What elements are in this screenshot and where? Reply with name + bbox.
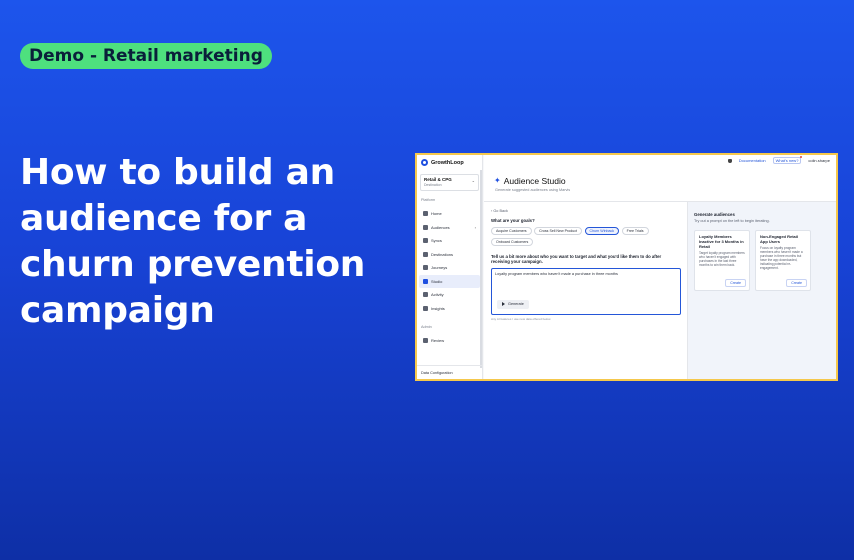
back-link-label: Go Back (493, 209, 508, 213)
goal-chips: Acquire Customers Cross Sell New Product… (491, 227, 676, 246)
insights-icon (423, 305, 428, 311)
activity-icon (423, 292, 428, 298)
play-icon (502, 302, 505, 306)
goal-chip[interactable]: Free Trials (621, 227, 649, 235)
audience-card-desc: Focus on loyalty program members who hav… (760, 246, 803, 270)
page-header: ✦ Audience Studio Generate suggested aud… (484, 166, 836, 202)
sidebar-item-insights[interactable]: Insights (419, 302, 480, 316)
sidebar-item-destinations[interactable]: Destinations (419, 248, 480, 262)
create-button[interactable]: Create (786, 279, 807, 287)
sidebar-item-label: Destinations (431, 251, 454, 257)
sidebar-item-label: Syncs (431, 238, 442, 244)
audience-cards: Loyalty Members Inactive for 3 Months in… (694, 230, 830, 291)
page-title-text: Audience Studio (503, 176, 566, 186)
page-subtitle: Generate suggested audiences using Marvi… (495, 188, 571, 192)
generate-button[interactable]: Generate (497, 299, 529, 309)
sync-icon (423, 238, 428, 244)
audience-card-title: Loyalty Members Inactive for 3 Months in… (699, 234, 744, 249)
main-content: ✦ Audience Studio Generate suggested aud… (484, 166, 836, 379)
workspace-selector[interactable]: Retail & CPG Destination ⌄ (420, 174, 479, 191)
people-icon (423, 224, 428, 230)
sidebar-item-journeys[interactable]: Journeys (419, 261, 480, 275)
audience-card-desc: Target loyalty program members who haven… (699, 251, 745, 267)
bell-icon[interactable] (727, 158, 732, 163)
sidebar-item-label: Audiences (431, 224, 450, 230)
prompt-hint: Any AI features / use new data offered b… (491, 316, 551, 321)
prompt-pane: ‹ Go Back What are your goals? Acquire C… (484, 202, 687, 379)
chevron-down-icon: ⌄ (471, 178, 475, 183)
page-headline: How to build an audience for a churn pre… (20, 152, 366, 331)
sidebar-item-label: Activity (431, 292, 444, 298)
destination-icon (423, 251, 428, 257)
demo-badge: Demo - Retail marketing (20, 43, 272, 69)
sidebar-item-syncs[interactable]: Syncs (419, 234, 480, 248)
sidebar-item-data-configuration[interactable]: Data Configuration (417, 365, 482, 379)
audience-card-title: Non-Engaged Retail App Users (760, 234, 799, 244)
prompt-textarea[interactable]: Loyalty program members who haven't made… (491, 267, 681, 315)
prompt-value: Loyalty program members who haven't made… (495, 271, 618, 276)
generate-audiences-subtitle: Try out a prompt on the left to begin it… (694, 219, 770, 223)
workspace-subtitle: Destination (424, 183, 442, 187)
back-link[interactable]: ‹ Go Back (491, 209, 680, 213)
create-button[interactable]: Create (725, 279, 746, 287)
generate-audiences-title: Generate audiences (694, 212, 735, 217)
audience-card: Loyalty Members Inactive for 3 Months in… (694, 230, 750, 291)
sidebar-item-activity[interactable]: Activity (419, 288, 480, 302)
target-question: Tell us a bit more about who you want to… (491, 253, 662, 265)
section-label-platform: Platform (421, 198, 436, 202)
journey-icon (423, 265, 428, 271)
goal-chip[interactable]: Onboard Customers (491, 237, 534, 246)
review-icon (423, 338, 428, 344)
sidebar-item-label: Journeys (431, 265, 448, 271)
topbar: Documentation What's new? colin.sharpe (484, 155, 836, 166)
sparkle-icon: ✦ (494, 176, 501, 185)
sidebar-item-label: Review (431, 338, 445, 344)
whats-new-button[interactable]: What's new? (772, 156, 803, 164)
chevron-right-icon: › (474, 224, 476, 230)
user-menu[interactable]: colin.sharpe (808, 158, 830, 163)
sidebar-item-review[interactable]: Review (419, 334, 480, 348)
goals-question: What are your goals? (491, 218, 535, 223)
brand-name: GrowthLoop (431, 159, 464, 166)
page-title: ✦ Audience Studio (494, 176, 826, 186)
sidebar-item-label: Studio (431, 278, 443, 284)
goal-chip[interactable]: Cross Sell New Product (534, 227, 583, 235)
generate-label: Generate (508, 302, 524, 306)
workspace-title: Retail & CPG (424, 177, 452, 182)
goal-chip-selected[interactable]: Churn Winback (584, 227, 620, 235)
goal-chip[interactable]: Acquire Customers (491, 227, 532, 235)
sidebar: GrowthLoop Retail & CPG Destination ⌄ Pl… (417, 155, 483, 379)
sidebar-item-audiences[interactable]: Audiences › (419, 221, 480, 235)
section-label-admin: Admin (421, 325, 432, 329)
sidebar-scrollbar[interactable] (480, 170, 482, 368)
audience-card: Non-Engaged Retail App Users Focus on lo… (755, 230, 811, 291)
documentation-link[interactable]: Documentation (739, 158, 766, 163)
sparkle-icon (423, 278, 428, 284)
brand[interactable]: GrowthLoop (417, 155, 482, 170)
sidebar-item-label: Insights (431, 305, 445, 311)
growthloop-logo-icon (421, 159, 428, 166)
sidebar-item-studio[interactable]: Studio (419, 274, 480, 288)
app-screenshot: GrowthLoop Retail & CPG Destination ⌄ Pl… (415, 153, 838, 381)
sidebar-item-home[interactable]: Home (419, 207, 480, 221)
sidebar-item-label: Home (431, 211, 442, 217)
home-icon (423, 211, 428, 217)
generated-audiences-pane: Generate audiences Try out a prompt on t… (687, 202, 836, 379)
